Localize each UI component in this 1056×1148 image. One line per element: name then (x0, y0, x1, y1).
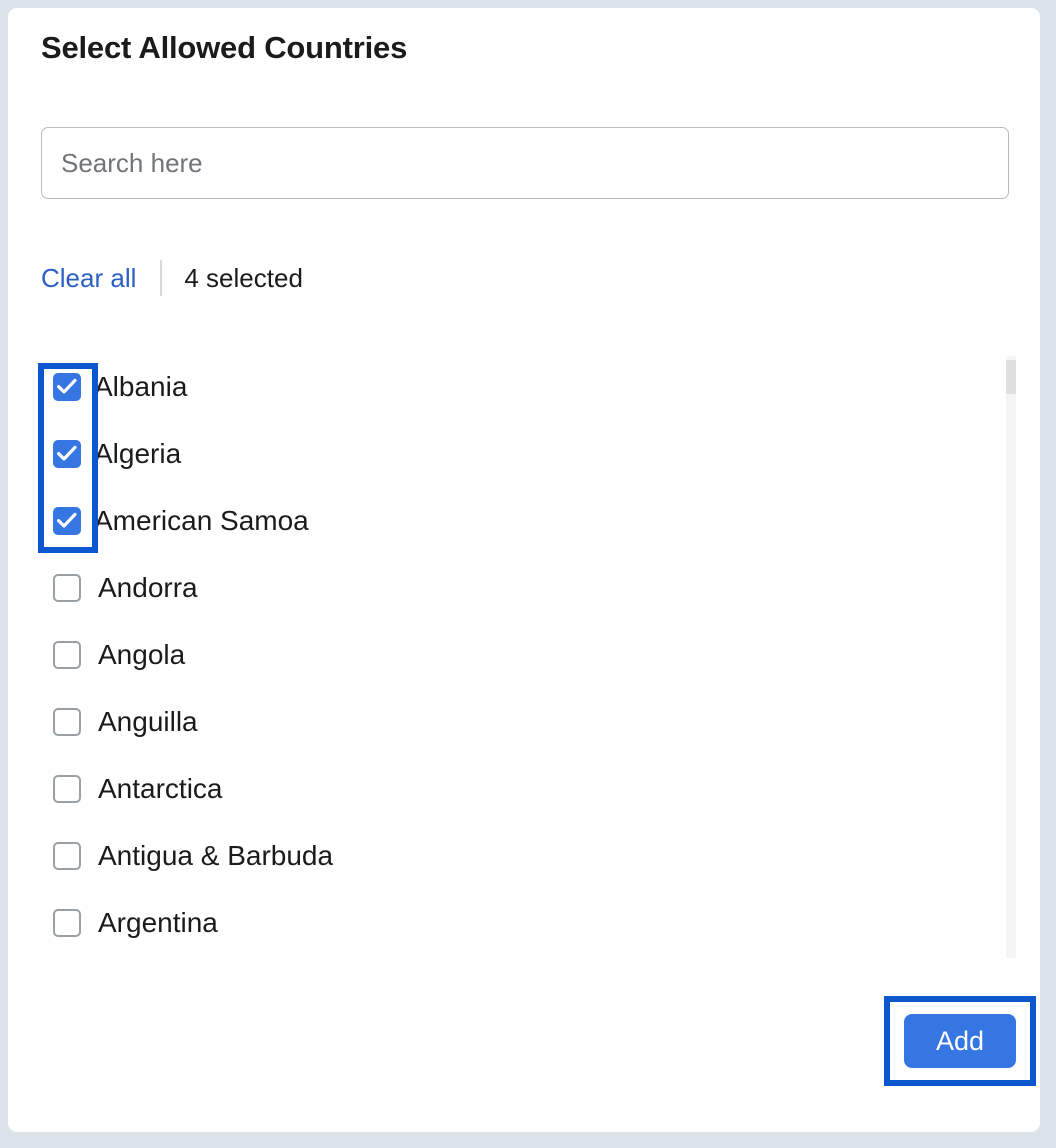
list-item-label: Anguilla (98, 705, 198, 737)
checkbox-unchecked-icon[interactable] (53, 908, 81, 937)
checkbox-unchecked-icon[interactable] (53, 573, 81, 602)
list-item[interactable]: Anguilla (41, 688, 1016, 755)
checkbox-checked-icon[interactable] (53, 506, 81, 535)
list-item[interactable]: American Samoa (41, 487, 1016, 554)
list-item[interactable]: Antigua & Barbuda (41, 822, 1016, 889)
list-actions-row: Clear all 4 selected (41, 256, 303, 300)
checkbox-unchecked-icon[interactable] (53, 774, 81, 803)
list-item-label: Algeria (94, 437, 182, 469)
list-item[interactable]: Argentina (41, 889, 1016, 956)
list-item-label: Antigua & Barbuda (98, 839, 334, 871)
list-item-label: Antarctica (98, 772, 223, 804)
list-item-label: Albania (94, 370, 188, 402)
list-item-label: Andorra (98, 571, 198, 603)
add-button[interactable]: Add (904, 1014, 1016, 1068)
list-scrollbar[interactable] (1006, 356, 1016, 958)
country-list[interactable]: Albania Algeria American Samoa Andorra Angol… (41, 353, 1016, 961)
checkbox-unchecked-icon[interactable] (53, 841, 81, 870)
list-item[interactable]: Angola (41, 621, 1016, 688)
select-countries-dialog: Select Allowed Countries Clear all 4 sel… (8, 8, 1040, 1132)
list-item[interactable]: Algeria (41, 420, 1016, 487)
list-scrollbar-thumb[interactable] (1006, 360, 1016, 394)
list-item[interactable]: Andorra (41, 554, 1016, 621)
list-item[interactable]: Antarctica (41, 755, 1016, 822)
clear-all-button[interactable]: Clear all (41, 263, 160, 294)
selected-count-label: 4 selected (184, 262, 303, 293)
checkbox-checked-icon[interactable] (53, 439, 81, 468)
list-item-label: Argentina (98, 906, 218, 938)
list-item-label: Angola (98, 638, 186, 670)
search-input[interactable] (41, 127, 1009, 199)
page-title: Select Allowed Countries (41, 30, 408, 65)
checkbox-unchecked-icon[interactable] (53, 640, 81, 669)
checkbox-unchecked-icon[interactable] (53, 707, 81, 736)
list-item[interactable]: Albania (41, 353, 1016, 420)
checkbox-checked-icon[interactable] (53, 372, 81, 401)
list-item-label: American Samoa (94, 504, 309, 536)
